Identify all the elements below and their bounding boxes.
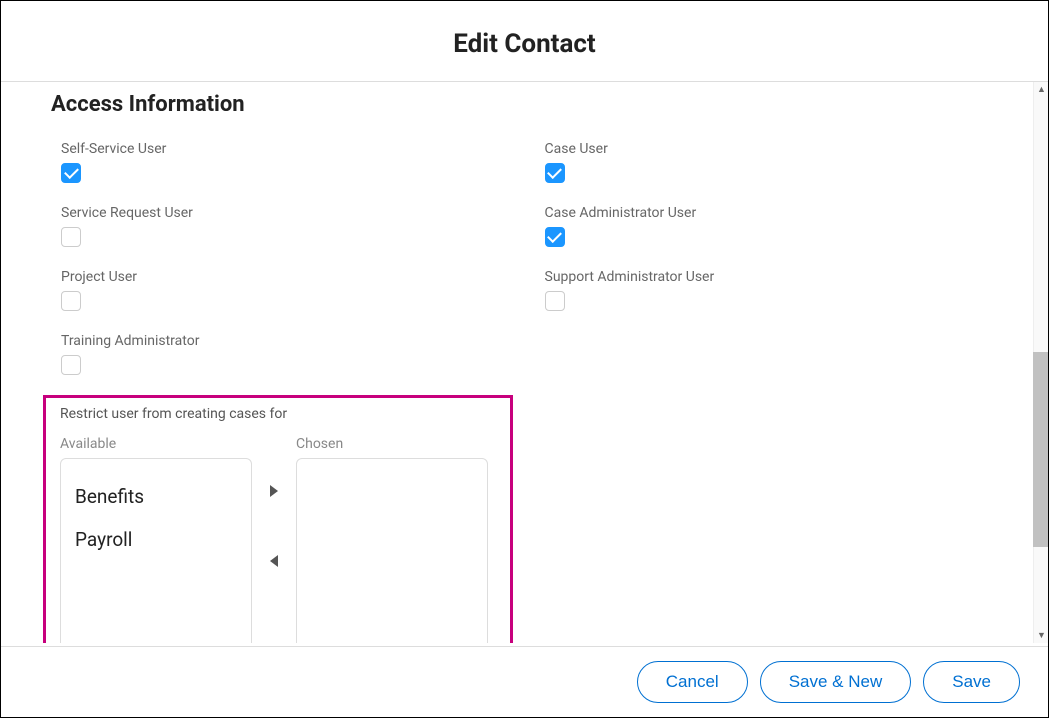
modal-title: Edit Contact [1,29,1048,59]
available-column: Available Benefits Payroll [60,436,252,643]
checkbox-self-service-user[interactable] [61,163,81,183]
content-wrapper: Access Information Self-Service User Cas… [1,82,1048,643]
field-self-service-user: Self-Service User [61,141,515,183]
save-button[interactable]: Save [923,661,1020,703]
field-label: Self-Service User [61,141,515,157]
list-item[interactable]: Benefits [75,475,237,518]
field-label: Support Administrator User [545,269,999,285]
save-and-new-button[interactable]: Save & New [760,661,912,703]
checkbox-case-admin-user[interactable] [545,227,565,247]
field-support-admin-user: Support Administrator User [545,269,999,311]
chosen-list[interactable] [296,458,488,643]
available-list[interactable]: Benefits Payroll [60,458,252,643]
available-label: Available [60,436,252,452]
field-label: Case Administrator User [545,205,999,221]
field-label: Project User [61,269,515,285]
section-title: Access Information [51,92,998,117]
restrict-label: Restrict user from creating cases for [60,406,496,422]
checkbox-case-user[interactable] [545,163,565,183]
restrict-highlight-box: Restrict user from creating cases for Av… [43,395,513,643]
dual-list: Available Benefits Payroll Chosen [60,436,496,643]
field-case-admin-user: Case Administrator User [545,205,999,247]
modal-footer: Cancel Save & New Save [1,646,1048,717]
chosen-column: Chosen [296,436,488,643]
field-training-admin: Training Administrator [61,333,515,375]
chevron-right-icon [269,485,279,497]
field-case-user: Case User [545,141,999,183]
move-left-button[interactable] [264,551,284,571]
scrollbar-thumb[interactable] [1033,352,1048,547]
checkbox-service-request-user[interactable] [61,227,81,247]
fields-grid: Self-Service User Case User Service Requ… [51,141,998,375]
checkbox-support-admin-user[interactable] [545,291,565,311]
modal-header: Edit Contact [1,1,1048,81]
field-label: Service Request User [61,205,515,221]
field-service-request-user: Service Request User [61,205,515,247]
scroll-down-icon[interactable]: ▼ [1034,628,1048,643]
field-label: Training Administrator [61,333,515,349]
field-label: Case User [545,141,999,157]
content: Access Information Self-Service User Cas… [1,82,1048,643]
checkbox-project-user[interactable] [61,291,81,311]
scrollbar-track[interactable]: ▲ ▼ [1033,82,1048,643]
chevron-left-icon [269,555,279,567]
move-right-button[interactable] [264,481,284,501]
checkbox-training-admin[interactable] [61,355,81,375]
scroll-up-icon[interactable]: ▲ [1034,82,1048,97]
chosen-label: Chosen [296,436,488,452]
cancel-button[interactable]: Cancel [637,661,748,703]
field-project-user: Project User [61,269,515,311]
list-item[interactable]: Payroll [75,518,237,561]
arrow-controls [264,436,284,571]
